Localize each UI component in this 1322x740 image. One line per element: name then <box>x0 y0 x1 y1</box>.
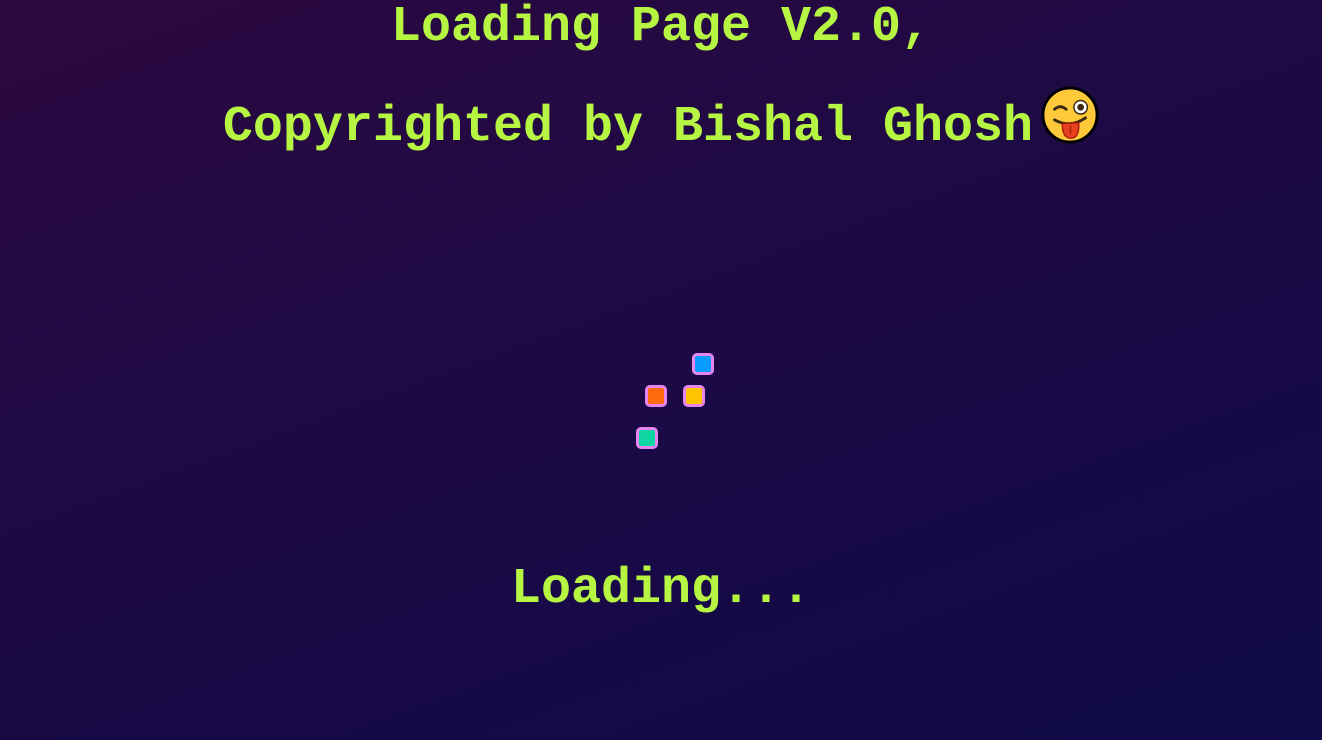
loading-status-text: Loading... <box>510 561 812 618</box>
loader-dot-orange <box>645 385 667 407</box>
copyright-text: Copyrighted by Bishal Ghosh <box>222 99 1034 156</box>
loader-dot-blue <box>692 353 714 375</box>
page-title-line-1: Loading Page V2.0, <box>0 0 1322 56</box>
title-version-text: Loading Page V2.0, <box>390 0 932 56</box>
loading-spinner <box>630 345 740 465</box>
loader-dot-teal <box>636 427 658 449</box>
loader-dot-yellow <box>683 385 705 407</box>
winking-face-with-tongue-icon <box>1041 86 1099 144</box>
page-title-line-2: Copyrighted by Bishal Ghosh <box>0 86 1322 156</box>
